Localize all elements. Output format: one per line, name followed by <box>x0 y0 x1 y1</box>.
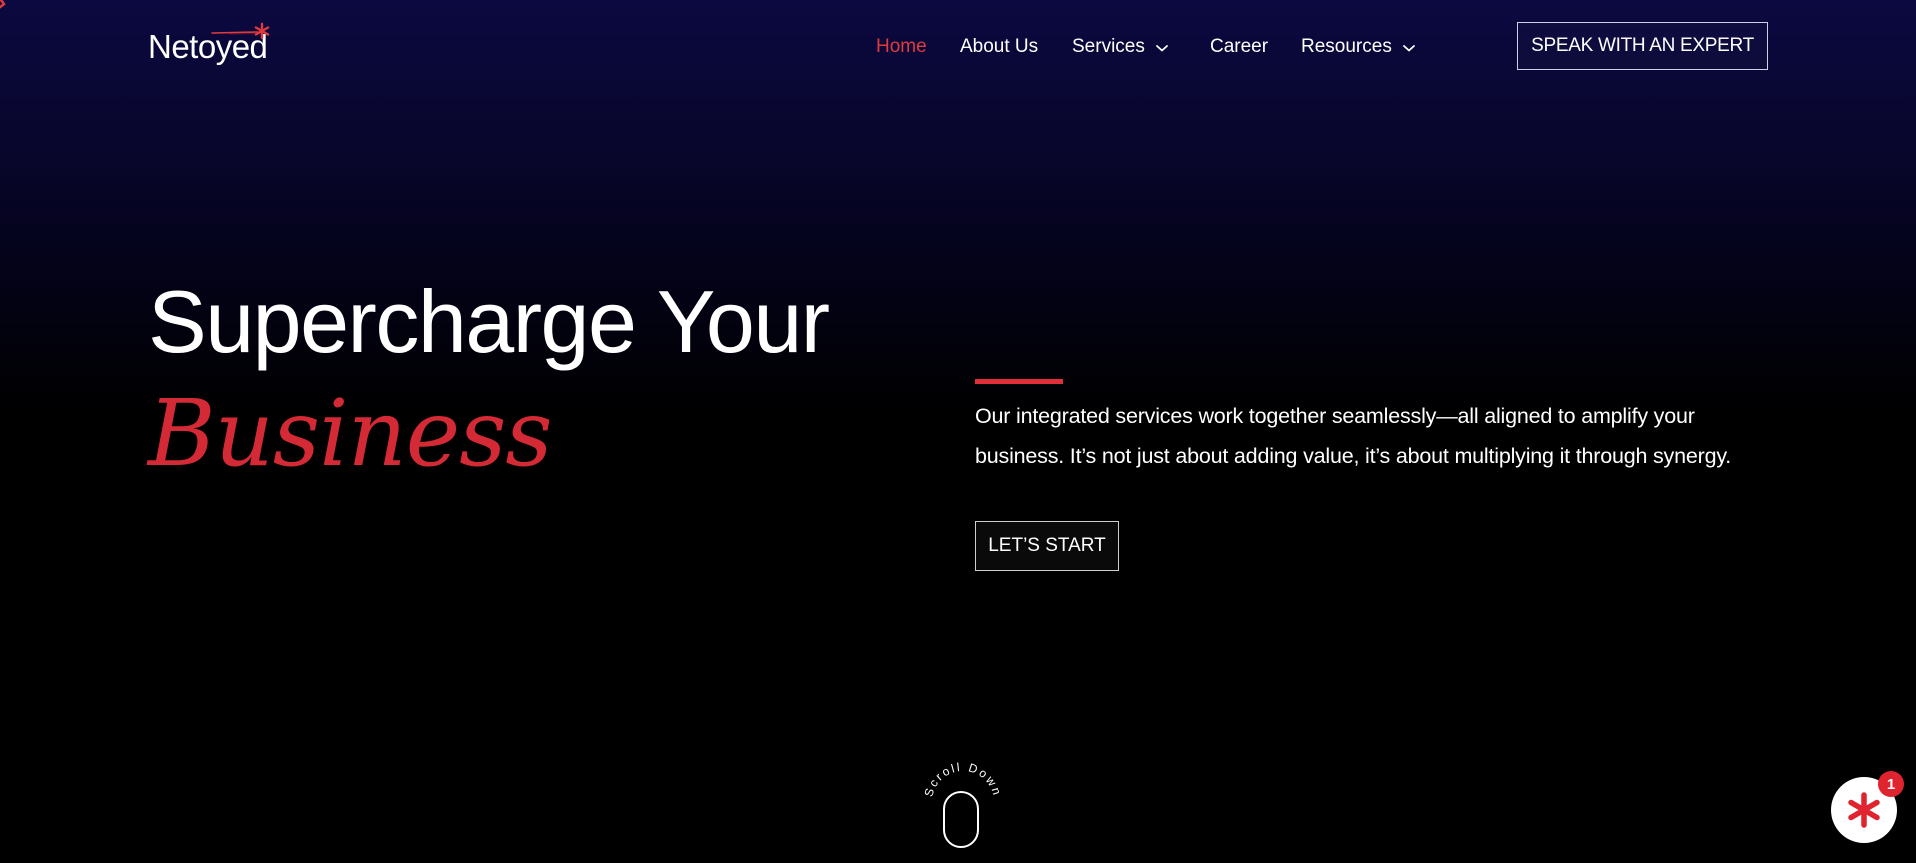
scroll-down-indicator[interactable]: Scroll Down <box>918 760 1006 863</box>
nav-item-career[interactable]: Career <box>1210 36 1268 58</box>
corner-decoration-icon <box>0 0 6 9</box>
nav-item-label: About Us <box>960 36 1039 57</box>
speak-with-expert-button[interactable]: SPEAK WITH AN EXPERT <box>1517 22 1768 70</box>
nav-item-label: Services <box>1072 36 1145 57</box>
asterisk-icon <box>1848 792 1880 828</box>
chevron-down-icon <box>1402 45 1415 52</box>
notification-badge: 1 <box>1878 771 1904 797</box>
page: Netoyed Home About Us Services Career Re… <box>0 0 1916 863</box>
nav-item-services[interactable]: Services <box>1072 36 1169 58</box>
hero-title-line-2: Business <box>148 380 553 487</box>
hero-title-line-1: Supercharge Your <box>148 272 830 371</box>
brand-logo[interactable]: Netoyed <box>148 22 278 70</box>
nav-item-resources[interactable]: Resources <box>1301 36 1416 58</box>
nav-item-label: Career <box>1210 36 1269 57</box>
asterisk-spark-icon <box>211 22 270 40</box>
nav-item-label: Resources <box>1301 36 1392 57</box>
lets-start-button[interactable]: LET’S START <box>975 521 1119 571</box>
hero-description: Our integrated services work together se… <box>975 404 1732 468</box>
nav-item-home[interactable]: Home <box>876 36 927 58</box>
chevron-down-icon <box>1155 45 1168 52</box>
mouse-icon <box>943 791 979 848</box>
nav-item-label: Home <box>876 36 927 57</box>
accent-divider <box>975 379 1063 384</box>
nav-item-about-us[interactable]: About Us <box>960 36 1038 58</box>
